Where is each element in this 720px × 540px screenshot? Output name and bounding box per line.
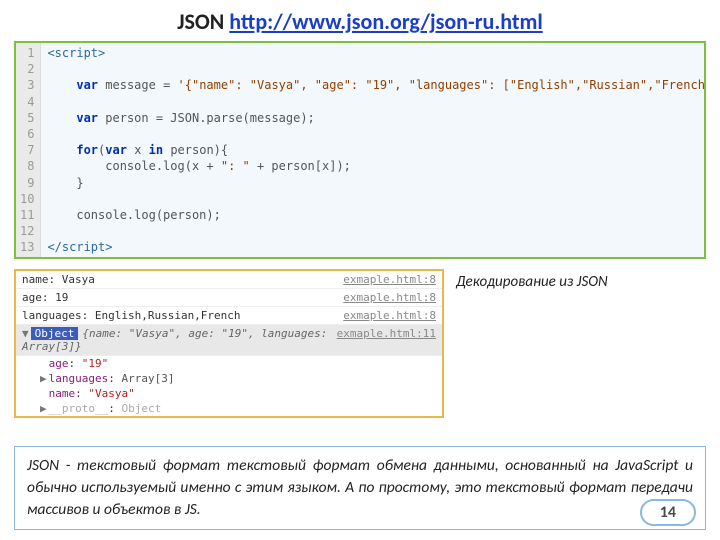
- object-property[interactable]: age: "19": [34, 356, 442, 371]
- code-body: <script> var message = '{"name": "Vasya"…: [41, 43, 704, 257]
- page-title: JSON http://www.json.org/json-ru.html: [14, 8, 706, 35]
- object-property[interactable]: ▶__proto__: Object: [34, 401, 442, 416]
- definition-box: JSON - текстовый формат текстовый формат…: [14, 446, 706, 529]
- console-source-link[interactable]: exmaple.html:8: [343, 273, 436, 286]
- console-object-header[interactable]: ▼Object{name: "Vasya", age: "19", langua…: [16, 325, 442, 356]
- line-gutter: 12345678910111213: [16, 43, 41, 257]
- code-editor: 12345678910111213 <script> var message =…: [14, 41, 706, 259]
- console-source-link[interactable]: exmaple.html:11: [337, 327, 436, 353]
- title-prefix: JSON: [177, 8, 229, 35]
- page-number: 14: [640, 499, 696, 526]
- console-output: name: Vasyaexmaple.html:8age: 19exmaple.…: [14, 269, 444, 418]
- caption-text: Декодирование из JSON: [456, 269, 608, 291]
- console-line: age: 19exmaple.html:8: [16, 289, 442, 307]
- console-source-link[interactable]: exmaple.html:8: [343, 309, 436, 322]
- object-property[interactable]: name: "Vasya": [34, 386, 442, 401]
- object-properties: age: "19"▶languages: Array[3] name: "Vas…: [16, 356, 442, 416]
- chevron-down-icon: ▼: [22, 327, 29, 340]
- console-line: languages: English,Russian,Frenchexmaple…: [16, 307, 442, 325]
- object-property[interactable]: ▶languages: Array[3]: [34, 371, 442, 386]
- object-label: Object: [31, 327, 79, 340]
- title-link[interactable]: http://www.json.org/json-ru.html: [229, 8, 542, 35]
- console-source-link[interactable]: exmaple.html:8: [343, 291, 436, 304]
- console-line: name: Vasyaexmaple.html:8: [16, 271, 442, 289]
